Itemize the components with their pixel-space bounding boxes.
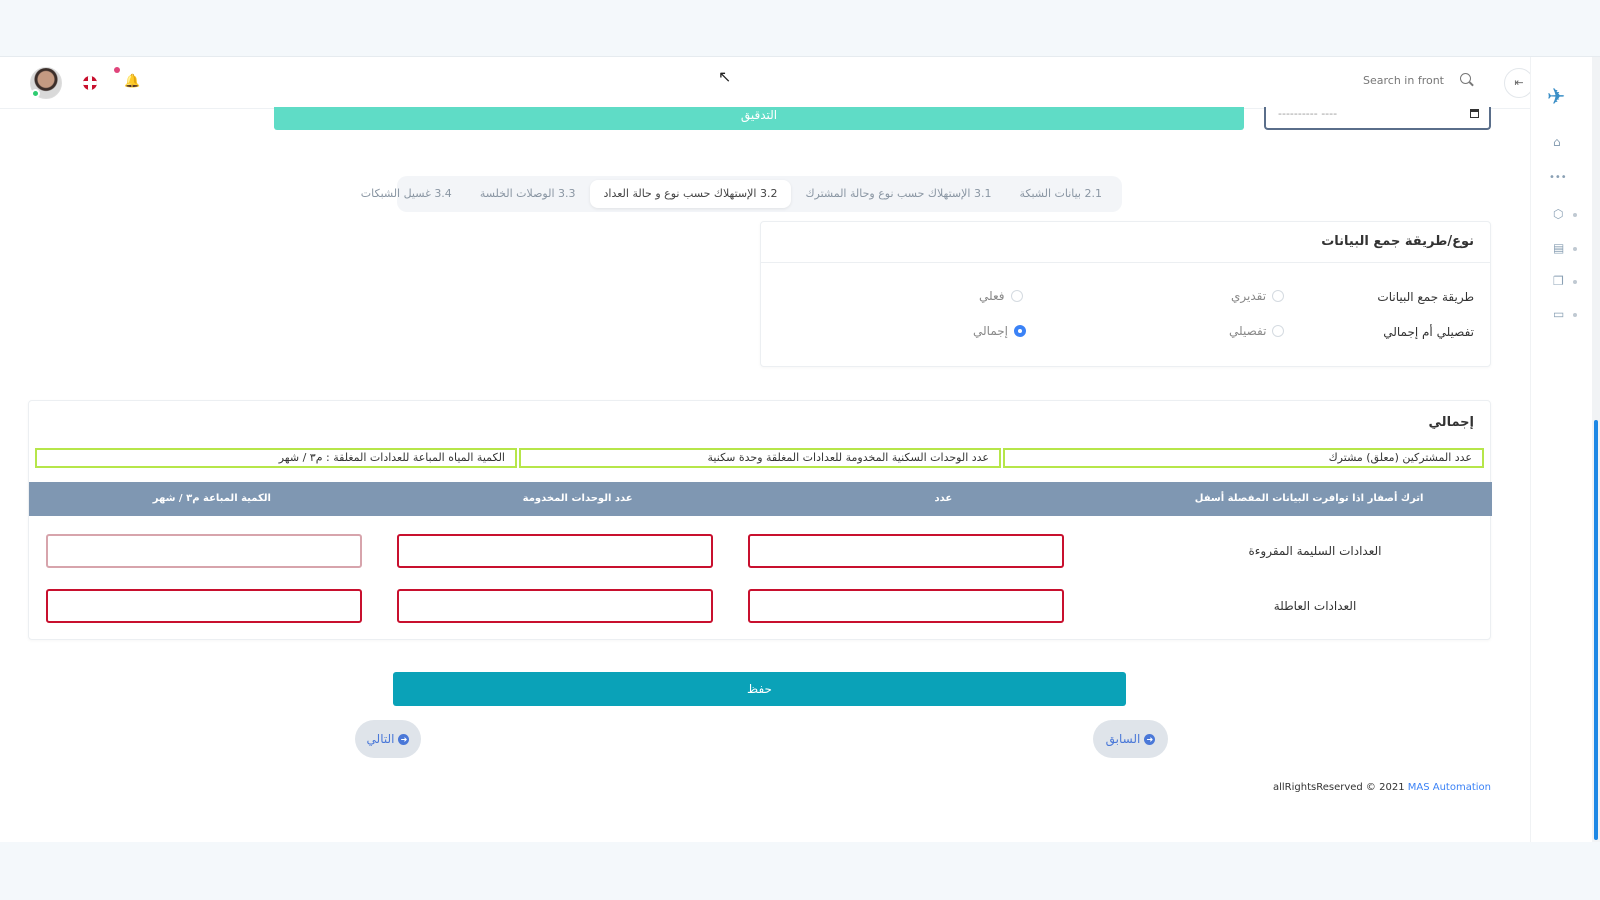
logo-icon[interactable]: ✈ (1547, 85, 1565, 110)
sold-water-quantity-box: الكمية المياه المباعة للعدادات المغلقة :… (35, 448, 517, 468)
total-title: إجمالي (1428, 415, 1474, 430)
radio-total[interactable]: إجمالي (973, 324, 1027, 338)
sidebar-dot (1573, 313, 1577, 317)
copy-icon[interactable]: ❐ (1553, 274, 1564, 288)
tab-consumption-by-meter[interactable]: 3.2 الإستهلاك حسب نوع و حالة العداد (589, 180, 792, 208)
radio-estimated-label: تقديري (1231, 289, 1267, 303)
search-icon[interactable] (1460, 73, 1471, 84)
broken-meters-count-input[interactable] (748, 589, 1064, 623)
tab-consumption-by-subscriber[interactable]: 3.1 الإستهلاك حسب نوع وحالة المشترك (791, 180, 1005, 208)
briefcase-icon[interactable]: ▭ (1553, 307, 1564, 321)
verify-button[interactable]: التدقيق (274, 107, 1244, 130)
footer-copyright: allRightsReserved © 2021 (1272, 782, 1405, 793)
radio-actual-circle[interactable] (1010, 290, 1023, 302)
column-header: عدد الوحدات المخدومة (522, 493, 633, 504)
radio-estimated-circle[interactable] (1272, 290, 1285, 302)
next-arrow-icon: ➜ (398, 734, 410, 745)
divider (761, 262, 1490, 263)
notification-indicator-dot (114, 67, 120, 73)
bell-icon[interactable]: 🔔 (124, 74, 140, 89)
previous-arrow-icon: ➜ (1144, 734, 1156, 745)
table-header: اترك أصفار اذا توافرت البيانات المفصلة أ… (29, 482, 1492, 516)
collection-method-label: طريقة جمع البيانات (1377, 290, 1474, 304)
working-meters-count-input[interactable] (748, 534, 1064, 568)
browser-bottom-band (0, 842, 1600, 900)
page: 🔔 ↖ Search in front ⇤ ✈ ⌂ ••• ⬡ ▤ ❐ ▭ ال… (0, 0, 1600, 900)
subscribers-count-box: عدد المشتركين (معلق) مشترك (1003, 448, 1484, 468)
data-collection-card: نوع/طريقة جمع البيانات طريقة جمع البيانا… (760, 221, 1491, 367)
housing-units-box: عدد الوحدات السكنية المخدومة للعدادات ال… (519, 448, 1001, 468)
broken-meters-units-input[interactable] (397, 589, 713, 623)
tab-network-flushing[interactable]: 3.4 غسيل الشبكات (347, 180, 466, 208)
online-status-dot (31, 89, 40, 98)
top-header: 🔔 ↖ Search in front ⇤ (0, 57, 1592, 109)
radio-detailed-circle[interactable] (1272, 325, 1285, 337)
previous-button[interactable]: ➜السابق (1093, 720, 1168, 758)
section-tabs: 2.1 بيانات الشبكة 3.1 الإستهلاك حسب نوع … (361, 176, 1122, 212)
calendar-icon[interactable] (1470, 109, 1479, 118)
radio-actual-label: فعلي (979, 289, 1005, 303)
app-window: 🔔 ↖ Search in front ⇤ ✈ ⌂ ••• ⬡ ▤ ❐ ▭ ال… (0, 57, 1592, 842)
save-button[interactable]: حفظ (393, 672, 1126, 706)
radio-total-label: إجمالي (973, 324, 1009, 338)
tab-network-data[interactable]: 2.1 بيانات الشبكة (1005, 180, 1116, 208)
radio-detailed[interactable]: تفصيلي (1229, 324, 1285, 338)
sidebar-dot (1573, 213, 1577, 217)
detail-or-total-label: تفصيلي أم إجمالي (1383, 325, 1474, 339)
working-meters-units-input[interactable] (397, 534, 713, 568)
next-button[interactable]: ➜التالي (355, 720, 421, 758)
data-collection-title: نوع/طريقة جمع البيانات (1321, 234, 1474, 249)
more-icon[interactable]: ••• (1549, 172, 1567, 183)
browser-top-band (0, 0, 1600, 57)
mouse-cursor-icon: ↖ (718, 67, 732, 86)
radio-detailed-label: تفصيلي (1229, 324, 1267, 338)
sidebar-dot (1573, 280, 1577, 284)
broken-meters-quantity-input[interactable] (46, 589, 362, 623)
footer: allRightsReserved © 2021 MAS Automation (1100, 782, 1491, 793)
list-icon[interactable]: ▤ (1553, 241, 1564, 255)
date-placeholder: ---------- ---- (1278, 107, 1338, 120)
search-input[interactable]: Search in front (1320, 74, 1444, 87)
sidebar-dot (1573, 247, 1577, 251)
row-label-broken-meters: العدادات العاطلة (1273, 599, 1357, 613)
cube-icon[interactable]: ⬡ (1553, 207, 1563, 221)
user-avatar[interactable] (30, 67, 62, 99)
radio-estimated[interactable]: تقديري (1231, 289, 1285, 303)
tab-illegal-connections[interactable]: 3.3 الوصلات الخلسة (466, 180, 590, 208)
uk-flag-icon[interactable] (83, 76, 97, 90)
date-field[interactable]: ---------- ---- (1264, 107, 1491, 130)
sidebar: ✈ ⌂ ••• ⬡ ▤ ❐ ▭ (1530, 57, 1592, 842)
total-card: إجمالي عدد المشتركين (معلق) مشترك عدد ال… (28, 400, 1492, 640)
working-meters-quantity-input[interactable] (46, 534, 362, 568)
home-icon[interactable]: ⌂ (1553, 135, 1561, 149)
column-header: اترك أصفار اذا توافرت البيانات المفصلة أ… (1194, 493, 1424, 504)
radio-actual[interactable]: فعلي (979, 289, 1023, 303)
column-header: الكمية المباعة م٣ / شهر (152, 493, 271, 504)
previous-label: السابق (1105, 732, 1141, 746)
footer-brand-link[interactable]: MAS Automation (1408, 782, 1491, 793)
row-label-working-meters: العدادات السليمة المقروءة (1248, 544, 1382, 558)
scrollbar-thumb[interactable] (1594, 420, 1598, 840)
next-label: التالي (366, 732, 395, 746)
column-header: عدد (934, 493, 953, 504)
radio-total-circle[interactable] (1014, 325, 1027, 337)
